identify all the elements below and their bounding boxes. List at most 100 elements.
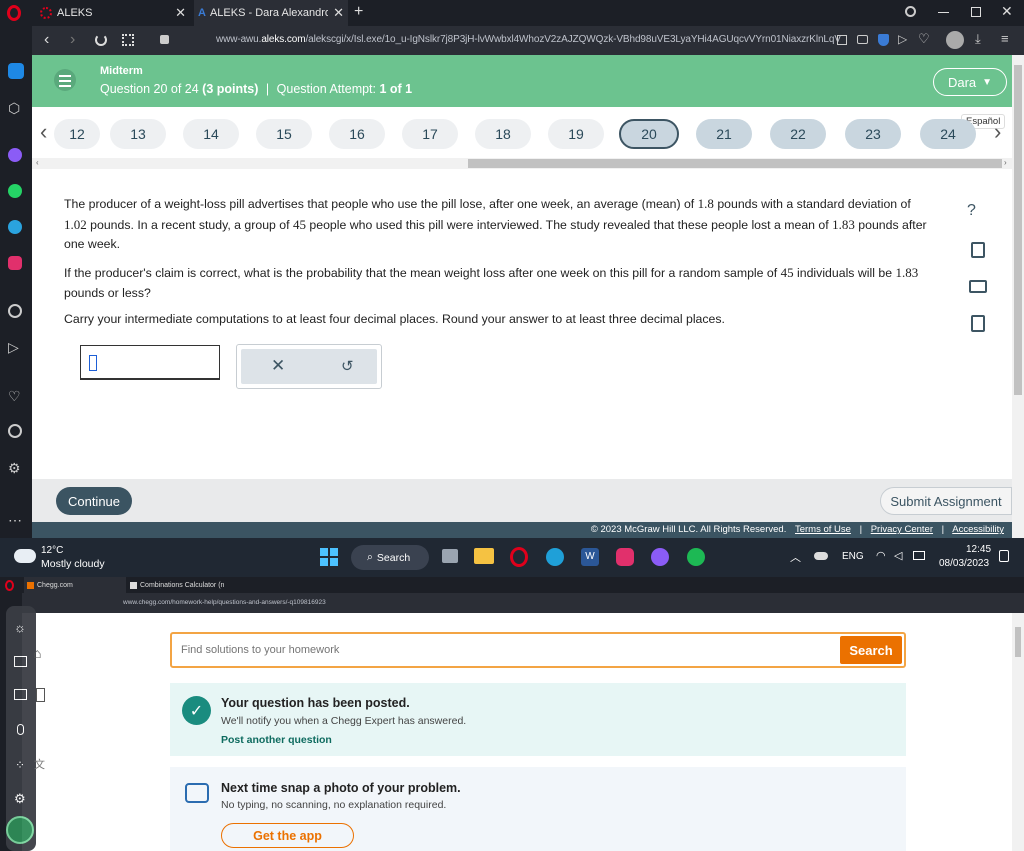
prev-question-arrow-icon[interactable]: ‹ <box>40 119 47 145</box>
question-pill[interactable]: 23 <box>845 119 901 149</box>
scroll-left-arrow-icon[interactable]: ‹ <box>36 158 39 167</box>
tabs-grid-icon[interactable] <box>122 34 134 46</box>
back-button[interactable]: ‹ <box>44 31 49 49</box>
chegg-search-button[interactable]: Search <box>840 636 902 664</box>
tray-chevron-up-icon[interactable]: ︿ <box>790 549 801 565</box>
file-explorer-icon[interactable] <box>474 548 494 564</box>
telegram-icon[interactable] <box>8 220 22 234</box>
window-icon[interactable] <box>14 656 27 667</box>
windows-start-icon[interactable] <box>320 548 338 566</box>
chegg-search-input[interactable] <box>181 641 821 659</box>
whatsapp-icon[interactable] <box>8 184 22 198</box>
profile-avatar[interactable] <box>946 31 964 49</box>
pinboard-icon[interactable]: ⬡ <box>8 100 24 116</box>
history-clock-icon[interactable] <box>8 424 22 438</box>
accessibility-link[interactable]: Accessibility <box>952 524 1004 535</box>
video-icon[interactable] <box>969 280 987 293</box>
question-pill[interactable]: 20 <box>619 119 679 149</box>
more-icon[interactable]: ⋯ <box>8 512 24 528</box>
scroll-right-arrow-icon[interactable]: › <box>1004 158 1007 167</box>
scrollbar-thumb[interactable] <box>1014 65 1022 395</box>
question-pill[interactable]: 12 <box>54 119 100 149</box>
wifi-icon[interactable]: ◠ <box>876 549 886 562</box>
post-another-link[interactable]: Post another question <box>221 734 332 746</box>
terms-link[interactable]: Terms of Use <box>795 524 851 535</box>
edit-icon[interactable] <box>837 35 847 45</box>
answer-input[interactable] <box>80 345 220 380</box>
spotify-icon[interactable] <box>687 548 705 566</box>
volume-icon[interactable]: ◁ <box>894 549 902 562</box>
word-icon[interactable]: W <box>581 548 599 566</box>
calculator-icon[interactable] <box>971 242 985 258</box>
flow-icon[interactable]: ▷ <box>8 339 24 355</box>
send-icon[interactable]: ▷ <box>898 32 907 46</box>
hamburger-menu-icon[interactable] <box>54 69 76 91</box>
question-pill[interactable]: 16 <box>329 119 385 149</box>
forward-button[interactable]: › <box>70 31 75 49</box>
opera-taskbar-icon[interactable] <box>510 547 528 567</box>
tab-aleks-2[interactable]: A ALEKS - Dara Alexandrova ✕ <box>194 0 348 26</box>
player-icon[interactable] <box>8 304 22 318</box>
settings-gear-icon[interactable]: ⚙ <box>8 460 24 476</box>
grid-icon[interactable] <box>36 688 45 702</box>
instagram-taskbar-icon[interactable] <box>616 548 634 566</box>
clear-x-icon[interactable]: ✕ <box>271 356 285 376</box>
onedrive-icon[interactable] <box>814 552 828 560</box>
apps-dots-icon[interactable]: ⁘ <box>15 758 25 772</box>
language-indicator[interactable]: ENG <box>842 551 864 562</box>
messenger-taskbar-icon[interactable] <box>651 548 669 566</box>
task-view-icon[interactable] <box>442 549 458 563</box>
scrollbar-thumb[interactable] <box>1015 627 1021 657</box>
question-pill[interactable]: 17 <box>402 119 458 149</box>
tab-aleks-1[interactable]: ALEKS ✕ <box>34 0 190 26</box>
translate-icon[interactable]: 文 <box>34 756 45 772</box>
download-icon[interactable]: ⤓ <box>975 31 981 47</box>
question-pill[interactable]: 22 <box>770 119 826 149</box>
get-app-button[interactable]: Get the app <box>221 823 354 848</box>
reload-icon[interactable] <box>95 34 107 46</box>
ai-assistant-icon[interactable] <box>6 816 34 844</box>
question-pill[interactable]: 18 <box>475 119 531 149</box>
restore-button[interactable] <box>971 7 981 17</box>
favorites-heart-icon[interactable]: ♡ <box>8 388 24 404</box>
vertical-scrollbar-2[interactable] <box>1012 613 1024 851</box>
microphone-icon[interactable] <box>17 724 24 735</box>
camera-icon[interactable] <box>857 35 868 44</box>
textbook-icon[interactable] <box>971 315 985 332</box>
messenger-icon[interactable] <box>8 148 22 162</box>
menu-icon[interactable]: ≡ <box>1001 31 1009 46</box>
undo-icon[interactable]: ↺ <box>341 357 354 375</box>
minimize-button[interactable] <box>938 12 949 13</box>
record-icon[interactable] <box>14 689 27 700</box>
heart-icon[interactable]: ♡ <box>918 31 930 47</box>
continue-button[interactable]: Continue <box>56 487 132 515</box>
next-question-arrow-icon[interactable]: › <box>994 119 1001 145</box>
privacy-link[interactable]: Privacy Center <box>871 524 933 535</box>
question-pill[interactable]: 19 <box>548 119 604 149</box>
url-field[interactable]: www-awu.aleks.com/alekscgi/x/Isl.exe/1o_… <box>216 34 841 45</box>
close-tab-icon[interactable]: ✕ <box>333 5 344 21</box>
shield-icon[interactable] <box>878 34 889 46</box>
clock-time[interactable]: 12:45 <box>966 544 991 555</box>
edge-icon[interactable] <box>546 548 564 566</box>
opera-logo-icon[interactable] <box>5 580 14 591</box>
home-icon[interactable]: ⌂ <box>33 645 41 661</box>
help-question-icon[interactable]: ? <box>967 202 976 220</box>
submit-assignment-button[interactable]: Submit Assignment <box>880 487 1012 515</box>
horizontal-scrollbar[interactable]: ‹ › <box>32 158 1012 169</box>
notifications-icon[interactable] <box>999 550 1009 562</box>
question-pill[interactable]: 15 <box>256 119 312 149</box>
taskbar-search[interactable]: ⌕ Search <box>351 545 429 570</box>
question-pill[interactable]: 14 <box>183 119 239 149</box>
weather-cloud-icon[interactable] <box>14 549 36 563</box>
opera-logo-icon[interactable] <box>7 5 21 21</box>
brightness-icon[interactable]: ☼ <box>14 620 26 635</box>
instagram-icon[interactable] <box>8 256 22 270</box>
search-tabs-icon[interactable] <box>905 6 916 17</box>
close-window-button[interactable]: ✕ <box>1001 3 1013 20</box>
close-tab-icon[interactable]: ✕ <box>175 5 186 21</box>
question-pill[interactable]: 13 <box>110 119 166 149</box>
tab-combinations[interactable]: Combinations Calculator (n <box>130 577 230 593</box>
url-field-2[interactable]: www.chegg.com/homework-help/questions-an… <box>123 599 326 606</box>
battery-icon[interactable] <box>913 551 925 560</box>
